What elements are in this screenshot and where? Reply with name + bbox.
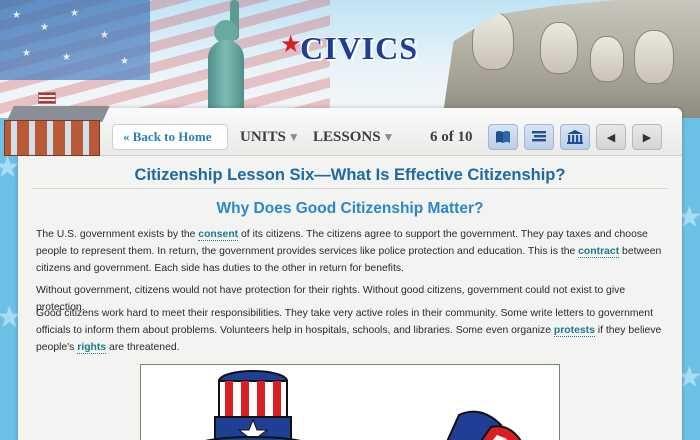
book-icon [496,131,510,143]
government-building-button[interactable] [560,124,590,150]
school-building-illustration [4,92,110,162]
next-arrow-icon: ▶ [642,131,652,144]
capitol-building-icon [567,130,583,144]
rushmore-face [472,12,514,70]
rushmore-face [634,30,674,84]
rushmore-face [590,36,624,82]
site-logo[interactable]: CIVICS [300,30,418,67]
mount-rushmore-illustration [442,0,700,118]
glossary-link-rights[interactable]: rights [77,342,107,354]
lesson-list-button[interactable] [524,124,554,150]
lessons-label: LESSONS [313,129,381,145]
back-to-home-link[interactable]: « Back to Home [112,124,228,150]
glossary-book-button[interactable] [488,124,518,150]
star-icon: ★ [40,22,49,33]
prev-arrow-icon: ◀ [606,131,616,144]
lesson-title: Citizenship Lesson Six—What Is Effective… [134,166,566,184]
list-icon [532,131,546,142]
units-label: UNITS [240,129,286,145]
star-icon: ★ [120,56,129,67]
section-title: Why Does Good Citizenship Matter? [216,200,484,217]
glossary-link-contract[interactable]: contract [578,246,620,258]
page-indicator: 6 of 10 [430,129,473,145]
uncle-sam-hat-image [204,370,522,440]
uncle-sam-hat-illustration [140,364,560,440]
rushmore-face [540,22,578,74]
header-banner: ★ ★ ★ ★ ★ ★ ★ ★ CIVICS [0,0,700,118]
paragraph-consent: The U.S. government exists by the consen… [36,229,662,274]
logo-star-icon: ★ [280,31,302,58]
flag-canton-decoration: ★ ★ ★ ★ ★ ★ ★ [0,0,150,80]
navigation-bar: « Back to Home UNITS▼ LESSONS▼ 6 of 10 [18,108,682,156]
next-page-button[interactable]: ▶ [632,124,662,150]
star-icon: ★ [70,8,79,19]
statue-of-liberty-illustration [190,0,260,118]
paragraph-good-citizens: Good citizens work hard to meet their re… [36,308,662,354]
units-menu[interactable]: UNITS ▼ [240,124,300,150]
title-divider [32,188,668,189]
school-flag [38,92,56,104]
star-icon: ★ [62,52,71,63]
chevron-down-icon: ▼ [287,130,300,144]
lessons-menu[interactable]: LESSONS ▼ [313,124,394,150]
previous-page-button[interactable]: ◀ [596,124,626,150]
chevron-down-icon: ▼ [382,130,395,144]
star-icon: ★ [100,30,109,41]
star-icon: ★ [12,10,21,21]
glossary-link-protests[interactable]: protests [553,325,595,337]
glossary-link-consent[interactable]: consent [198,229,239,241]
star-icon: ★ [22,48,31,59]
